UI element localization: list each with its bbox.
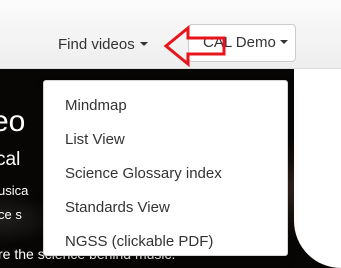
top-navbar: Find videos CAL Demo [0, 0, 341, 69]
caret-down-icon [139, 42, 148, 46]
caret-down-icon [279, 40, 288, 44]
menu-item-mindmap[interactable]: Mindmap [44, 89, 287, 123]
user-menu-label: CAL Demo [203, 34, 276, 51]
menu-item-ngss-pdf[interactable]: NGSS (clickable PDF) [44, 225, 287, 259]
hero-text-line: usica [0, 183, 29, 198]
hero-subtitle: cal [0, 149, 21, 170]
menu-item-standards-view[interactable]: Standards View [44, 191, 287, 225]
find-videos-label: Find videos [58, 36, 135, 53]
find-videos-dropdown-toggle[interactable]: Find videos [58, 36, 148, 53]
menu-item-list-view[interactable]: List View [44, 123, 287, 157]
hero-title: eo [0, 105, 26, 138]
user-menu-button[interactable]: CAL Demo [188, 24, 296, 62]
find-videos-dropdown-menu: Mindmap List View Science Glossary index… [43, 80, 288, 256]
hero-text-line: ce s [0, 207, 22, 222]
hero-white-panel [294, 69, 341, 268]
menu-item-science-glossary[interactable]: Science Glossary index [44, 157, 287, 191]
